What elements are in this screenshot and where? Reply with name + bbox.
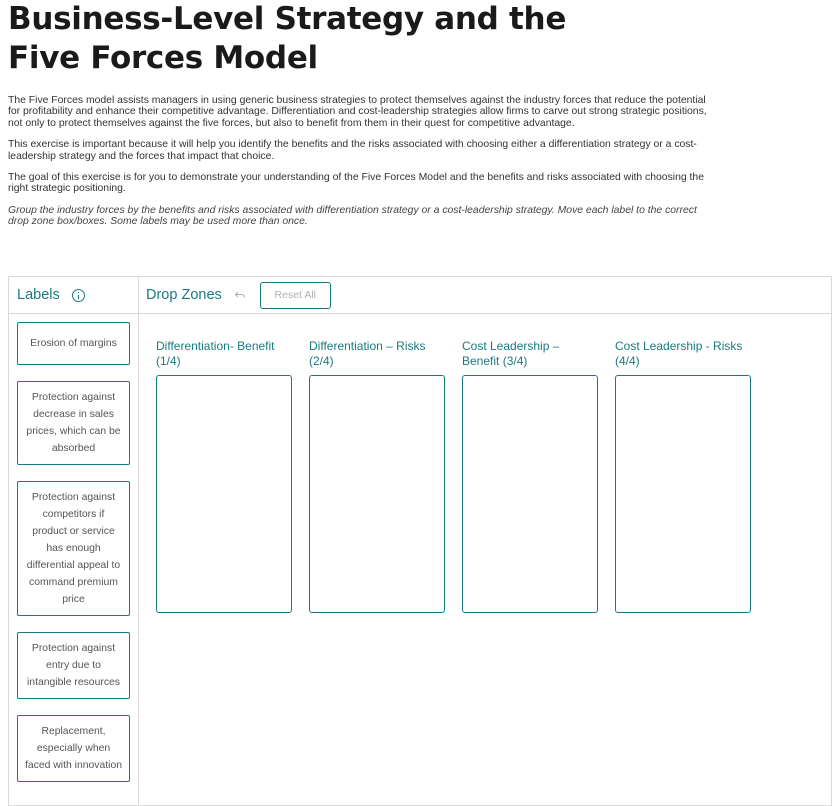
label-list: Erosion of margins Protection against de…: [17, 322, 130, 798]
page-title: Business-Level Strategy and the Five For…: [8, 1, 567, 76]
labels-panel: Labels Erosion of margins Protection aga…: [9, 277, 139, 805]
label-card-protection-entry[interactable]: Protection against entry due to intangib…: [17, 632, 130, 699]
reset-all-button[interactable]: Reset All: [259, 281, 331, 309]
drop-zone-title: Differentiation – Risks (2/4): [309, 339, 426, 368]
drag-drop-exercise: Labels Erosion of margins Protection aga…: [8, 276, 832, 806]
label-card-replacement[interactable]: Replacement, especially when faced with …: [17, 715, 130, 782]
drop-zones-title: Drop Zones: [146, 287, 222, 303]
drop-zone-differentiation-risks: Differentiation – Risks (2/4): [309, 339, 445, 613]
drop-zones-panel: Drop Zones Reset All Differentiation- Be…: [139, 277, 831, 805]
drop-zone-box[interactable]: [615, 375, 751, 613]
drop-zone-box[interactable]: [156, 375, 292, 613]
drop-zone-differentiation-benefit: Differentiation- Benefit (1/4): [156, 339, 292, 613]
goal-paragraph: The goal of this exercise is for you to …: [8, 172, 704, 195]
instructions-text: Group the industry forces by the benefit…: [8, 204, 697, 228]
drop-zone-cost-leadership-risks: Cost Leadership - Risks (4/4): [615, 339, 751, 613]
label-card-erosion-of-margins[interactable]: Erosion of margins: [17, 322, 130, 365]
intro-text: The Five Forces model assists managers i…: [8, 95, 713, 238]
labels-header: Labels: [9, 277, 138, 314]
drop-zone-box[interactable]: [309, 375, 445, 613]
importance-paragraph: This exercise is important because it wi…: [8, 139, 697, 162]
intro-paragraph: The Five Forces model assists managers i…: [8, 95, 707, 129]
drop-zones-header: Drop Zones Reset All: [139, 277, 831, 314]
label-card-protection-sales-prices[interactable]: Protection against decrease in sales pri…: [17, 381, 130, 465]
undo-icon[interactable]: [234, 289, 246, 301]
labels-title: Labels: [17, 287, 60, 303]
drop-zone-title: Cost Leadership - Risks (4/4): [615, 339, 743, 368]
label-card-protection-competitors[interactable]: Protection against competitors if produc…: [17, 481, 130, 616]
drop-zone-cost-leadership-benefit: Cost Leadership – Benefit (3/4): [462, 339, 598, 613]
drop-zone-title: Cost Leadership – Benefit (3/4): [462, 339, 560, 368]
drop-zone-title: Differentiation- Benefit (1/4): [156, 339, 275, 368]
drop-zone-box[interactable]: [462, 375, 598, 613]
info-icon[interactable]: [71, 288, 85, 302]
